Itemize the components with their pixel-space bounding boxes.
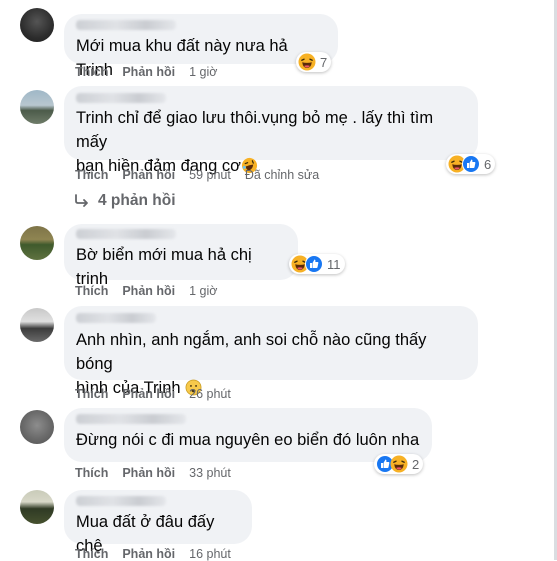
like-button[interactable]: Thích <box>75 547 108 561</box>
comment-bubble: Mua đất ở đâu đấy chệ <box>64 490 252 555</box>
reaction-count: 2 <box>412 456 420 472</box>
commenter-name-blurred <box>76 414 186 424</box>
avatar[interactable] <box>20 226 54 260</box>
commenter-name-blurred <box>76 229 176 239</box>
comment-actions: Thích Phản hồi 59 phút Đã chỉnh sửa <box>75 168 333 182</box>
avatar[interactable] <box>20 8 54 42</box>
comment-text-line: Trinh chỉ để giao lưu thôi.vụng bỏ mẹ . … <box>76 109 434 151</box>
like-icon <box>305 255 323 273</box>
edited-label[interactable]: Đã chỉnh sửa <box>245 168 319 182</box>
reply-button[interactable]: Phản hồi <box>122 168 175 182</box>
comment-actions: Thích Phản hồi 33 phút <box>75 466 245 480</box>
reaction-count: 7 <box>320 54 328 70</box>
like-button[interactable]: Thích <box>75 466 108 480</box>
commenter-name-blurred <box>76 496 166 506</box>
reaction-count: 6 <box>484 156 492 172</box>
comment-time[interactable]: 16 phút <box>189 547 231 561</box>
avatar[interactable] <box>20 410 54 444</box>
avatar[interactable] <box>20 90 54 124</box>
like-button[interactable]: Thích <box>75 284 108 298</box>
avatar[interactable] <box>20 490 54 524</box>
comment-actions: Thích Phản hồi 1 giờ <box>75 65 231 79</box>
reply-button[interactable]: Phản hồi <box>122 65 175 79</box>
comment-bubble: Anh nhìn, anh ngắm, anh soi chỗ nào cũng… <box>64 306 478 397</box>
commenter-name-blurred <box>76 313 156 323</box>
like-button[interactable]: Thích <box>75 387 108 401</box>
comment-time[interactable]: 26 phút <box>189 387 231 401</box>
comment-time[interactable]: 33 phút <box>189 466 231 480</box>
comment-text: Đừng nói c đi mua nguyên eo biển đó luôn… <box>76 431 420 449</box>
reaction-summary[interactable]: 6 <box>446 154 496 174</box>
reply-button[interactable]: Phản hồi <box>122 547 175 561</box>
comment-time[interactable]: 59 phút <box>189 168 231 182</box>
reply-button[interactable]: Phản hồi <box>122 466 175 480</box>
view-replies-link[interactable]: 4 phản hồi <box>74 192 176 210</box>
comment-actions: Thích Phản hồi 16 phút <box>75 547 245 561</box>
comment-bubble: Đừng nói c đi mua nguyên eo biển đó luôn… <box>64 408 432 462</box>
reaction-summary[interactable]: 2 <box>374 454 424 474</box>
reaction-count: 11 <box>327 256 341 272</box>
like-button[interactable]: Thích <box>75 168 108 182</box>
comment-actions: Thích Phản hồi 26 phút <box>75 387 245 401</box>
commenter-name-blurred <box>76 93 166 103</box>
reaction-summary[interactable]: 7 <box>296 52 332 72</box>
haha-icon <box>298 53 316 71</box>
like-button[interactable]: Thích <box>75 65 108 79</box>
comment-bubble: Trinh chỉ để giao lưu thôi.vụng bỏ mẹ . … <box>64 86 478 175</box>
replies-count-label: 4 phản hồi <box>98 192 176 209</box>
like-icon <box>462 155 480 173</box>
comment-time[interactable]: 1 giờ <box>189 284 217 298</box>
reply-button[interactable]: Phản hồi <box>122 284 175 298</box>
reply-button[interactable]: Phản hồi <box>122 387 175 401</box>
haha-icon <box>390 455 408 473</box>
avatar[interactable] <box>20 308 54 342</box>
comment-text-line: Anh nhìn, anh ngắm, anh soi chỗ nào cũng… <box>76 331 427 373</box>
comment-actions: Thích Phản hồi 1 giờ <box>75 284 231 298</box>
comment-bubble: Bờ biển mới mua hả chị trinh <box>64 224 298 288</box>
commenter-name-blurred <box>76 20 176 30</box>
reaction-summary[interactable]: 11 <box>289 254 345 274</box>
reply-arrow-icon <box>75 194 88 207</box>
comment-time[interactable]: 1 giờ <box>189 65 217 79</box>
